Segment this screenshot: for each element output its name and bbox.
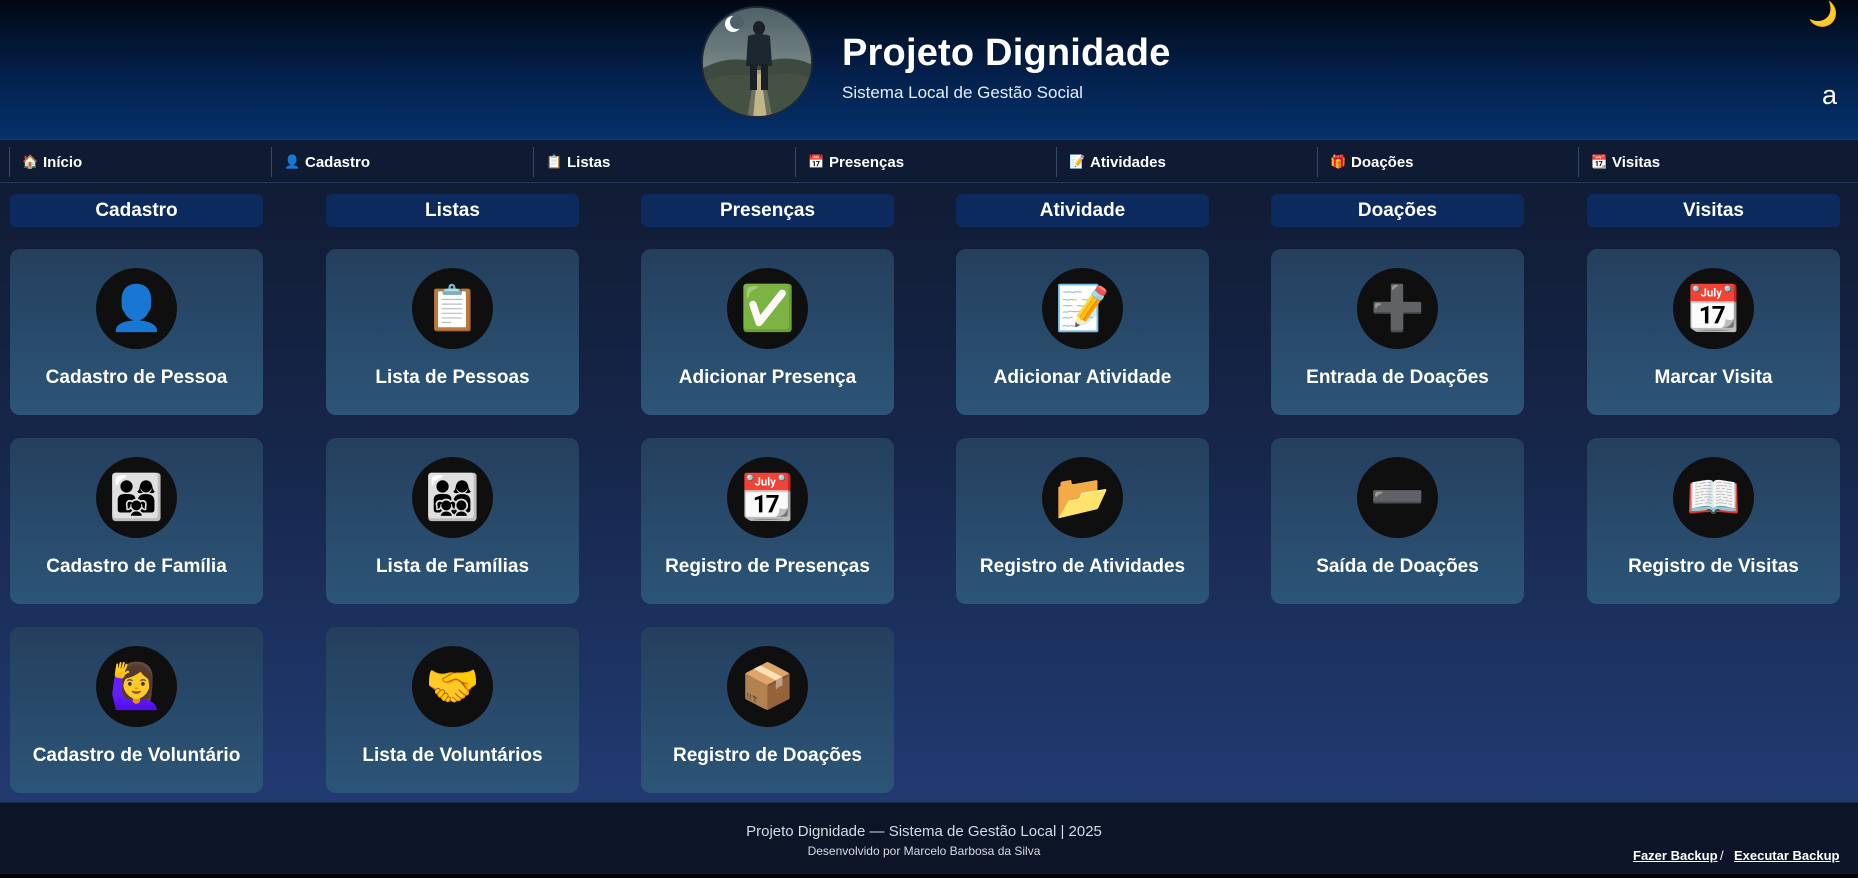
backup-make-link[interactable]: Fazer Backup (1633, 848, 1718, 863)
card-label: Cadastro de Família (46, 556, 227, 577)
nav-item-label: Listas (567, 153, 611, 171)
open-book-icon: 📖 (1673, 457, 1754, 538)
memo-icon: 📝 (1042, 268, 1123, 349)
person-icon: 👤 (96, 268, 177, 349)
calendar-icon: 📆 (1673, 268, 1754, 349)
card-label: Lista de Famílias (375, 556, 530, 577)
card-cadastro-familia[interactable]: 👨‍👩‍👧 Cadastro de Família (10, 438, 263, 604)
person-icon: 👤 (284, 154, 301, 169)
nav-item-doacoes[interactable]: 🎁 Doações (1317, 147, 1579, 177)
card-cadastro-pessoa[interactable]: 👤 Cadastro de Pessoa (10, 249, 263, 415)
folder-icon: 📂 (1042, 457, 1123, 538)
card-label: Adicionar Presença (678, 367, 857, 388)
nav-item-presencas[interactable]: 📅 Presenças (795, 147, 1057, 177)
card-adicionar-atividade[interactable]: 📝 Adicionar Atividade (956, 249, 1209, 415)
card-adicionar-presenca[interactable]: ✅ Adicionar Presença (641, 249, 894, 415)
app-subtitle: Sistema Local de Gestão Social (842, 83, 1083, 102)
card-label: Adicionar Atividade (993, 367, 1172, 388)
footer-developer: Desenvolvido por Marcelo Barbosa da Silv… (807, 844, 1041, 858)
card-cadastro-voluntario[interactable]: 🙋‍♀️ Cadastro de Voluntário (10, 627, 263, 793)
user-initial[interactable]: a (1822, 80, 1837, 111)
nav-item-label: Início (43, 153, 83, 171)
nav-item-label: Cadastro (305, 153, 371, 171)
nav-item-cadastro[interactable]: 👤 Cadastro (271, 147, 533, 177)
calendar-icon: 📆 (727, 457, 808, 538)
main-nav: 🏠 Início 👤 Cadastro 📋 Listas 📅 Presenças… (0, 139, 1858, 183)
nav-item-listas[interactable]: 📋 Listas (533, 147, 795, 177)
card-registro-atividades[interactable]: 📂 Registro de Atividades (956, 438, 1209, 604)
clipboard-icon: 📋 (546, 154, 563, 169)
family-icon: 👨‍👩‍👧 (96, 457, 177, 538)
check-icon: ✅ (727, 268, 808, 349)
column-title-visitas: Visitas (1587, 194, 1840, 227)
column-title-listas: Listas (326, 194, 579, 227)
card-label: Marcar Visita (1654, 367, 1773, 388)
column-title-atividade: Atividade (956, 194, 1209, 227)
card-entrada-doacoes[interactable]: ➕ Entrada de Doações (1271, 249, 1524, 415)
card-registro-doacoes[interactable]: 📦 Registro de Doações (641, 627, 894, 793)
nav-item-label: Doações (1351, 153, 1414, 171)
logo (701, 6, 813, 118)
raising-hand-icon: 🙋‍♀️ (96, 646, 177, 727)
card-label: Entrada de Doações (1306, 367, 1489, 388)
card-lista-voluntarios[interactable]: 🤝 Lista de Voluntários (326, 627, 579, 793)
column-title-cadastro: Cadastro (10, 194, 263, 227)
card-label: Cadastro de Voluntário (32, 745, 241, 766)
card-label: Lista de Pessoas (375, 367, 530, 388)
card-label: Saída de Doações (1316, 556, 1479, 577)
minus-icon: ➖ (1357, 457, 1438, 538)
calendar-icon: 📅 (808, 154, 825, 169)
card-label: Cadastro de Pessoa (45, 367, 228, 388)
card-saida-doacoes[interactable]: ➖ Saída de Doações (1271, 438, 1524, 604)
nav-item-visitas[interactable]: 📆 Visitas (1578, 147, 1840, 177)
calendar-icon: 📆 (1591, 154, 1608, 169)
backup-run-link[interactable]: Executar Backup (1734, 848, 1840, 863)
footer: Projeto Dignidade — Sistema de Gestão Lo… (0, 802, 1858, 874)
nav-item-inicio[interactable]: 🏠 Início (9, 147, 271, 177)
nav-item-atividades[interactable]: 📝 Atividades (1056, 147, 1318, 177)
header: Projeto Dignidade Sistema Local de Gestã… (0, 0, 1858, 139)
gift-icon: 🎁 (1330, 154, 1347, 169)
memo-icon: 📝 (1069, 154, 1086, 169)
footer-text: Projeto Dignidade — Sistema de Gestão Lo… (746, 823, 1102, 840)
moon-icon[interactable]: 🌙 (1808, 0, 1838, 30)
card-registro-visitas[interactable]: 📖 Registro de Visitas (1587, 438, 1840, 604)
nav-item-label: Visitas (1612, 153, 1661, 171)
plus-icon: ➕ (1357, 268, 1438, 349)
nav-item-label: Presenças (829, 153, 905, 171)
home-icon: 🏠 (22, 154, 39, 169)
card-lista-familias[interactable]: 👨‍👩‍👧‍👦 Lista de Famílias (326, 438, 579, 604)
card-label: Registro de Presenças (665, 556, 870, 577)
backup-separator: / (1720, 848, 1724, 863)
card-label: Registro de Doações (673, 745, 862, 766)
handshake-icon: 🤝 (412, 646, 493, 727)
card-label: Registro de Atividades (979, 556, 1186, 577)
card-registro-presencas[interactable]: 📆 Registro de Presenças (641, 438, 894, 604)
bottom-bar (0, 874, 1858, 878)
app-title: Projeto Dignidade (842, 32, 1171, 74)
clipboard-icon: 📋 (412, 268, 493, 349)
family-icon: 👨‍👩‍👧‍👦 (412, 457, 493, 538)
card-marcar-visita[interactable]: 📆 Marcar Visita (1587, 249, 1840, 415)
card-lista-pessoas[interactable]: 📋 Lista de Pessoas (326, 249, 579, 415)
column-title-presencas: Presenças (641, 194, 894, 227)
nav-item-label: Atividades (1090, 153, 1166, 171)
package-icon: 📦 (727, 646, 808, 727)
column-title-doacoes: Doações (1271, 194, 1524, 227)
card-label: Lista de Voluntários (362, 745, 543, 766)
card-label: Registro de Visitas (1628, 556, 1799, 577)
